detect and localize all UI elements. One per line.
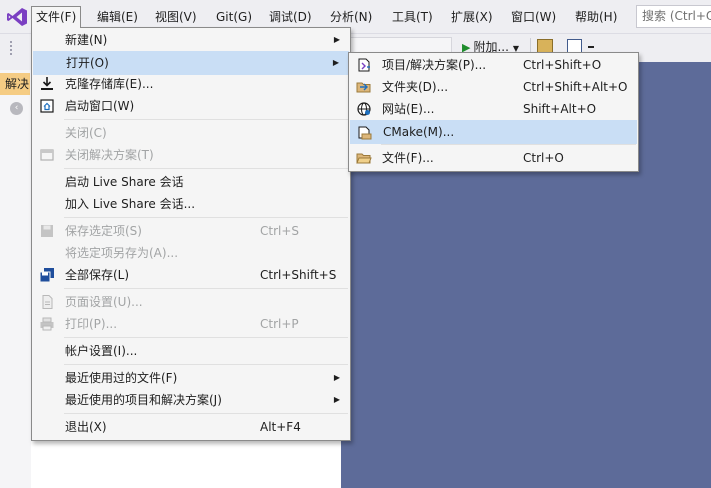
- menu-item-start-window[interactable]: 启动窗口(W): [33, 95, 349, 117]
- menu-separator: [64, 288, 348, 289]
- menu-item-new[interactable]: 新建(N) ▶: [33, 29, 349, 51]
- save-all-icon: [39, 268, 54, 283]
- menu-tools[interactable]: 工具(T): [388, 7, 437, 27]
- open-folder-icon: [356, 82, 371, 93]
- open-submenu: 项目/解决方案(P)... Ctrl+Shift+O 文件夹(D)... Ctr…: [348, 52, 639, 172]
- print-icon: [40, 317, 54, 331]
- menu-item-label: 加入 Live Share 会话...: [65, 197, 196, 211]
- menu-separator: [64, 337, 348, 338]
- back-arrow-icon[interactable]: ‹: [10, 102, 23, 115]
- menu-item-shortcut: Shift+Alt+O: [523, 102, 597, 116]
- menu-item-label: 页面设置(U)...: [65, 295, 143, 309]
- menu-item-label: 保存选定项(S): [65, 224, 142, 238]
- menu-item-label: 文件(F)...: [382, 151, 434, 165]
- menu-view[interactable]: 视图(V): [151, 7, 201, 27]
- menu-item-shortcut: Ctrl+Shift+O: [523, 58, 602, 72]
- save-icon: [41, 225, 53, 237]
- menu-item-shortcut: Alt+F4: [260, 420, 301, 434]
- menu-item-label: 全部保存(L): [65, 268, 130, 282]
- menu-item-clone-repo[interactable]: 克隆存储库(E)...: [33, 73, 349, 95]
- toolbar-grip[interactable]: [9, 40, 13, 56]
- menu-item-join-live-share[interactable]: 加入 Live Share 会话...: [33, 193, 349, 215]
- cmake-icon: [358, 126, 372, 140]
- menu-item-label: 打印(P)...: [65, 317, 118, 331]
- menu-item-exit[interactable]: 退出(X) Alt+F4: [33, 416, 349, 438]
- menu-item-open-cmake[interactable]: CMake(M)...: [350, 120, 637, 144]
- menu-git[interactable]: Git(G): [212, 7, 256, 27]
- menu-item-open-website[interactable]: 网站(E)... Shift+Alt+O: [350, 98, 637, 120]
- menu-item-label: 文件夹(D)...: [382, 80, 449, 94]
- submenu-arrow-icon: ▶: [333, 395, 340, 404]
- menu-extensions[interactable]: 扩展(X): [447, 7, 497, 27]
- menu-item-open-file[interactable]: 文件(F)... Ctrl+O: [350, 147, 637, 169]
- menu-item-label: 新建(N): [65, 33, 108, 47]
- menu-separator: [64, 413, 348, 414]
- submenu-arrow-icon: ▶: [333, 373, 340, 382]
- menu-edit[interactable]: 编辑(E): [93, 7, 142, 27]
- open-project-icon: [358, 58, 370, 72]
- menu-item-open[interactable]: 打开(O) ▶: [33, 51, 349, 75]
- menu-item-label: 退出(X): [65, 420, 107, 434]
- menu-analyze[interactable]: 分析(N): [326, 7, 376, 27]
- menu-item-label: 将选定项另存为(A)...: [65, 246, 179, 260]
- visual-studio-logo-icon[interactable]: [6, 7, 28, 27]
- menu-item-shortcut: Ctrl+Shift+S: [260, 268, 337, 282]
- menu-item-save-selected[interactable]: 保存选定项(S) Ctrl+S: [33, 220, 349, 242]
- solution-explorer-panel: [0, 70, 31, 488]
- menu-item-close[interactable]: 关闭(C): [33, 122, 349, 144]
- menu-item-label: 关闭解决方案(T): [65, 148, 154, 162]
- menu-help[interactable]: 帮助(H): [571, 7, 621, 27]
- menu-item-recent-files[interactable]: 最近使用过的文件(F) ▶: [33, 367, 349, 389]
- menu-file[interactable]: 文件(F): [31, 6, 82, 28]
- menu-item-page-setup[interactable]: 页面设置(U)...: [33, 291, 349, 313]
- clone-repo-icon: [41, 77, 53, 90]
- menu-window[interactable]: 窗口(W): [507, 7, 560, 27]
- menu-item-recent-projects[interactable]: 最近使用的项目和解决方案(J) ▶: [33, 389, 349, 411]
- open-file-icon: [356, 153, 372, 164]
- globe-icon: [357, 102, 371, 116]
- menu-item-label: 打开(O): [66, 56, 109, 70]
- solution-explorer-tab[interactable]: 解决: [0, 73, 30, 95]
- menu-item-label: 最近使用过的文件(F): [65, 371, 178, 385]
- menu-item-label: 最近使用的项目和解决方案(J): [65, 393, 222, 407]
- menu-item-label: 帐户设置(I)...: [65, 344, 138, 358]
- menu-separator: [64, 119, 348, 120]
- menu-separator: [381, 144, 636, 145]
- menu-debug[interactable]: 调试(D): [265, 7, 316, 27]
- menu-item-shortcut: Ctrl+P: [260, 317, 299, 331]
- menu-item-shortcut: Ctrl+O: [523, 151, 564, 165]
- start-window-icon: [40, 99, 54, 113]
- page-setup-icon: [42, 295, 53, 309]
- menu-item-label: 启动 Live Share 会话: [65, 175, 184, 189]
- search-input[interactable]: 搜索 (Ctrl+Q): [636, 5, 711, 28]
- menu-separator: [64, 168, 348, 169]
- menu-item-label: 关闭(C): [65, 126, 107, 140]
- submenu-arrow-icon: ▶: [332, 58, 339, 67]
- menu-item-start-live-share[interactable]: 启动 Live Share 会话: [33, 171, 349, 193]
- menu-item-save-all[interactable]: 全部保存(L) Ctrl+Shift+S: [33, 264, 349, 286]
- toolbar-overflow-icon[interactable]: [588, 46, 594, 48]
- submenu-arrow-icon: ▶: [333, 35, 340, 44]
- menu-item-label: 网站(E)...: [382, 102, 435, 116]
- menu-separator: [64, 217, 348, 218]
- menu-item-label: 项目/解决方案(P)...: [382, 58, 487, 72]
- menu-item-shortcut: Ctrl+S: [260, 224, 300, 238]
- menu-item-account-settings[interactable]: 帐户设置(I)...: [33, 340, 349, 362]
- menu-separator: [64, 364, 348, 365]
- menu-item-save-as[interactable]: 将选定项另存为(A)...: [33, 242, 349, 264]
- menu-item-label: 启动窗口(W): [65, 99, 135, 113]
- menu-item-close-solution[interactable]: 关闭解决方案(T): [33, 144, 349, 166]
- menu-item-open-folder[interactable]: 文件夹(D)... Ctrl+Shift+Alt+O: [350, 76, 637, 98]
- file-menu: 新建(N) ▶ 打开(O) ▶ 克隆存储库(E)... 启动窗口(W) 关闭(C…: [31, 27, 351, 441]
- menu-item-open-project[interactable]: 项目/解决方案(P)... Ctrl+Shift+O: [350, 54, 637, 76]
- menu-item-print[interactable]: 打印(P)... Ctrl+P: [33, 313, 349, 335]
- close-solution-icon: [40, 149, 54, 161]
- menu-item-label: 克隆存储库(E)...: [65, 77, 154, 91]
- menu-item-shortcut: Ctrl+Shift+Alt+O: [523, 80, 628, 94]
- menu-item-label: CMake(M)...: [383, 125, 455, 139]
